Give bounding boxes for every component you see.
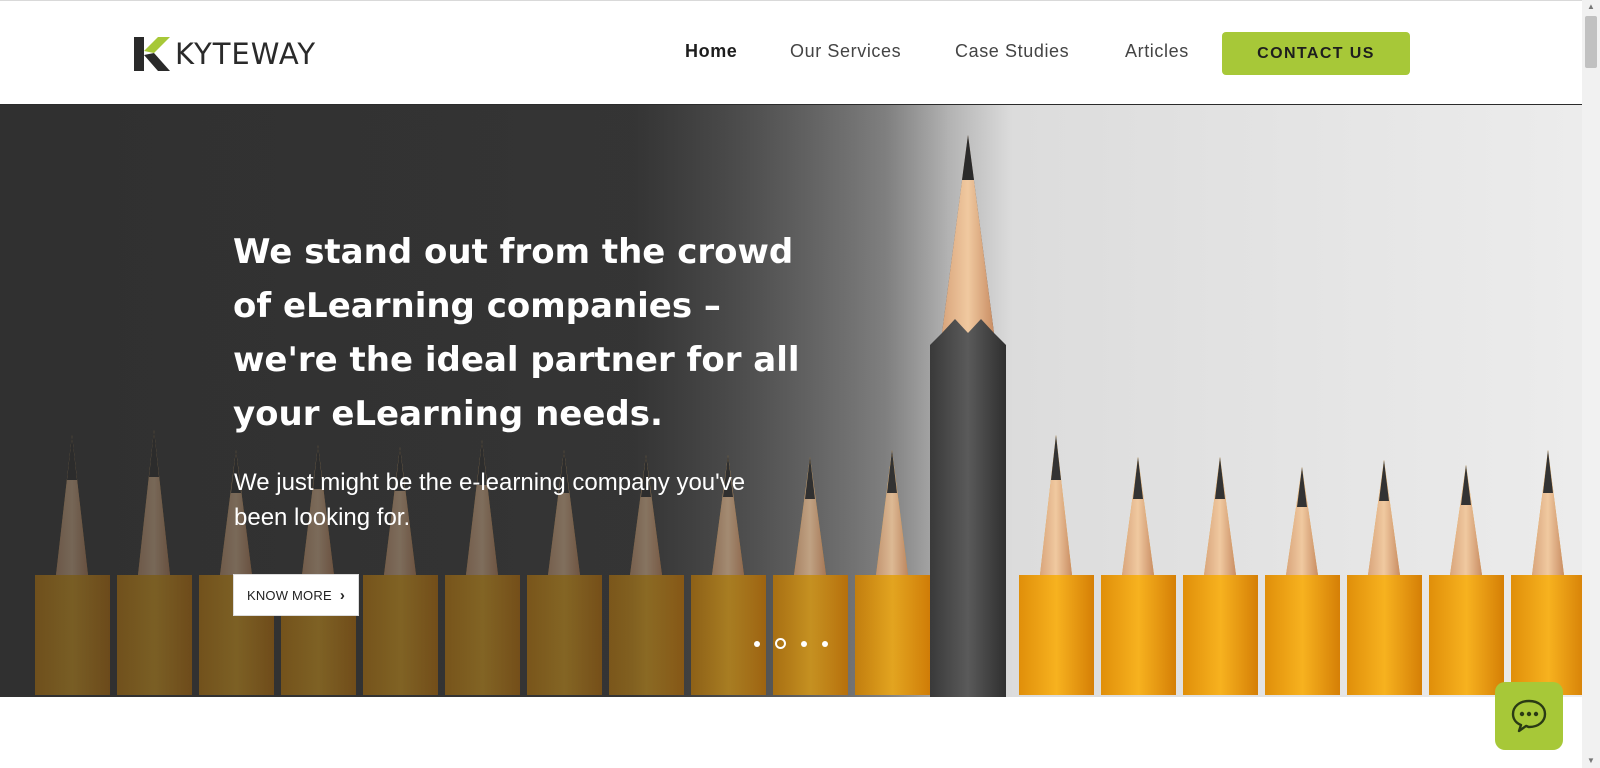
scroll-up-arrow-icon[interactable]: ▲ xyxy=(1582,0,1600,14)
nav-home[interactable]: Home xyxy=(685,41,737,62)
chat-bubble-icon xyxy=(1511,699,1547,733)
hero-heading: We stand out from the crowd of eLearning… xyxy=(233,232,800,434)
nav-case-studies[interactable]: Case Studies xyxy=(955,41,1069,62)
page-scrollbar[interactable]: ▲ ▼ xyxy=(1582,0,1600,768)
site-header: KYTEWAY Home Our Services Case Studies A… xyxy=(0,0,1582,105)
hero-subheading: We just might be the e-learning company … xyxy=(234,469,746,531)
slide-dot-2[interactable] xyxy=(775,638,786,649)
contact-us-button[interactable]: CONTACT US xyxy=(1222,32,1410,75)
slider-dots xyxy=(754,638,843,649)
hero-slider: We stand out from the crowd of eLearning… xyxy=(0,105,1582,697)
slide-dot-1[interactable] xyxy=(754,640,760,647)
chevron-right-icon: › xyxy=(339,586,346,604)
nav-our-services[interactable]: Our Services xyxy=(790,41,901,62)
scroll-thumb[interactable] xyxy=(1585,16,1597,68)
chat-widget-button[interactable] xyxy=(1495,682,1563,750)
know-more-label: KNOW MORE xyxy=(246,587,332,603)
slide-dot-4[interactable] xyxy=(822,640,828,647)
nav-articles[interactable]: Articles xyxy=(1125,41,1189,62)
scroll-down-arrow-icon[interactable]: ▼ xyxy=(1582,754,1600,768)
know-more-button[interactable]: KNOW MORE › xyxy=(233,574,359,616)
slide-dot-3[interactable] xyxy=(801,640,807,647)
